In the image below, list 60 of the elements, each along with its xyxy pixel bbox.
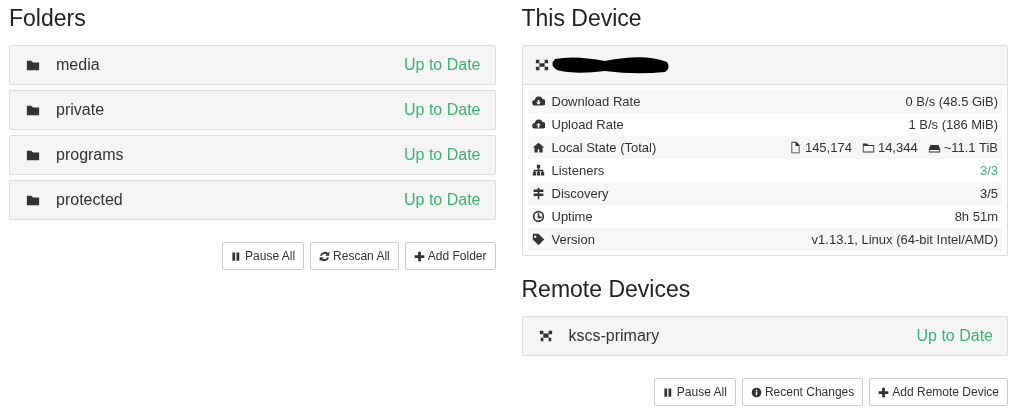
identicon-icon <box>538 329 553 343</box>
stat-value: v1.13.1, Linux (64-bit Intel/AMD) <box>811 232 998 247</box>
folder-panel[interactable]: private Up to Date <box>9 90 496 130</box>
device-status: Up to Date <box>916 327 993 345</box>
folder-panel[interactable]: protected Up to Date <box>9 180 496 220</box>
stat-label: Download Rate <box>551 94 642 109</box>
folder-status: Up to Date <box>404 56 481 74</box>
folder-icon <box>861 141 875 154</box>
identicon-icon <box>534 58 549 72</box>
stat-value: ~11.1 TiB <box>943 140 998 155</box>
stat-label: Listeners <box>551 163 606 178</box>
upload-icon <box>531 118 545 131</box>
stat-label: Local State (Total) <box>551 140 658 155</box>
stat-value: 145,174 <box>804 140 852 155</box>
stat-value: 0 B/s (48.5 GiB) <box>905 94 998 109</box>
stat-label: Uptime <box>551 209 594 224</box>
stat-value: 3/3 <box>979 163 998 178</box>
device-panel[interactable]: kscs-primary Up to Date <box>521 316 1008 356</box>
pause-icon <box>662 386 674 398</box>
action-button[interactable]: Pause All <box>653 378 736 406</box>
info-icon <box>750 386 762 398</box>
folder-icon <box>26 193 40 207</box>
action-button[interactable]: Recent Changes <box>741 378 864 406</box>
action-button[interactable]: Pause All <box>222 242 305 270</box>
tag-icon <box>531 233 545 246</box>
folder-panel[interactable]: programs Up to Date <box>9 135 496 175</box>
action-button[interactable]: Add Remote Device <box>869 378 1008 406</box>
folder-icon <box>26 103 40 117</box>
folder-icon <box>26 148 40 162</box>
folder-status: Up to Date <box>404 146 481 164</box>
folder-status: Up to Date <box>404 101 481 119</box>
signpost-icon <box>531 187 545 200</box>
refresh-icon <box>319 250 331 262</box>
stat-value: 8h 51m <box>954 209 998 224</box>
stat-label: Version <box>551 232 596 247</box>
folder-name: programs <box>56 146 125 164</box>
stat-value: 1 B/s (186 MiB) <box>908 117 998 132</box>
folder-name: protected <box>56 191 124 209</box>
section-heading: Remote Devices <box>521 276 692 303</box>
folder-name: private <box>56 101 106 119</box>
sitemap-icon <box>531 164 545 177</box>
home-icon <box>531 141 545 154</box>
action-button[interactable]: Rescan All <box>310 242 399 270</box>
stat-value: 14,344 <box>877 140 918 155</box>
plus-icon <box>878 386 890 398</box>
stat-label: Discovery <box>551 186 610 201</box>
folder-name: media <box>56 56 101 74</box>
device-name: kscs-primary <box>568 327 661 345</box>
clock-icon <box>531 210 545 223</box>
plus-icon <box>413 250 425 262</box>
download-icon <box>531 95 545 108</box>
folder-status: Up to Date <box>404 191 481 209</box>
stat-label: Upload Rate <box>551 117 625 132</box>
file-icon <box>788 141 802 154</box>
folder-icon <box>26 58 40 72</box>
stat-value: 3/5 <box>979 186 998 201</box>
action-button[interactable]: Add Folder <box>404 242 496 270</box>
section-heading: This Device <box>521 5 643 32</box>
section-heading: Folders <box>9 5 87 32</box>
folder-panel[interactable]: media Up to Date <box>9 45 496 85</box>
